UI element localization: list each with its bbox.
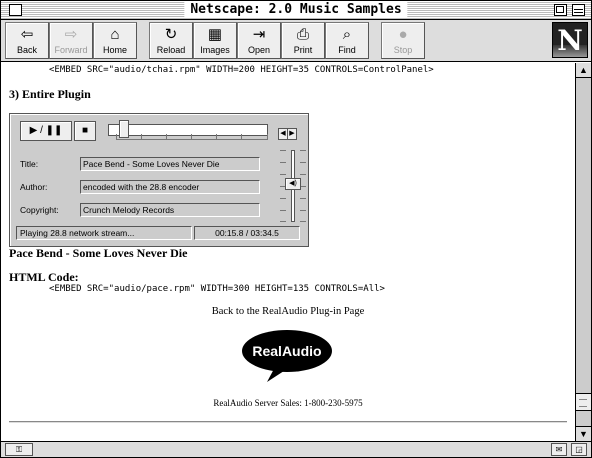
find-icon: ⌕: [342, 26, 352, 43]
scroll-thumb[interactable]: [576, 393, 591, 411]
position-ticks: [116, 134, 268, 140]
toolbar: ⇦ Back ⇨ Forward ⌂ Home ↻ Reload ▦ Image…: [1, 20, 591, 62]
play-pause-button[interactable]: ▶ / ❚❚: [20, 121, 72, 141]
browser-window: Netscape: 2.0 Music Samples ⇦ Back ⇨ For…: [0, 0, 592, 458]
position-slider-thumb[interactable]: [118, 120, 129, 138]
song-title: Pace Bend - Some Loves Never Die: [9, 246, 188, 260]
stop-button[interactable]: ● Stop: [381, 22, 425, 59]
author-field: encoded with the 28.8 encoder: [80, 180, 260, 194]
back-to-plugin-link[interactable]: Back to the RealAudio Plug-in Page: [212, 306, 365, 317]
reload-button[interactable]: ↻ Reload: [149, 22, 193, 59]
volume-speaker-icon[interactable]: ◀): [285, 178, 301, 190]
collapse-box[interactable]: [572, 4, 585, 16]
reload-icon: ↻: [164, 26, 178, 43]
step-arrows: ◀ ▶: [278, 122, 297, 140]
horizontal-rule: [9, 421, 567, 423]
resize-grip-icon[interactable]: ◲: [571, 443, 587, 456]
title-label: Title:: [20, 159, 39, 169]
back-arrow-icon: ⇦: [20, 26, 34, 43]
vertical-scrollbar[interactable]: ▲ ▼: [575, 63, 591, 441]
embed-code-line-2: <EMBED SRC="audio/pace.rpm" WIDTH=300 HE…: [49, 284, 385, 294]
author-label: Author:: [20, 182, 48, 192]
stop-playback-button[interactable]: ■: [74, 121, 96, 141]
stop-icon: ●: [398, 26, 408, 43]
netscape-logo[interactable]: N: [552, 22, 588, 58]
scroll-down-icon[interactable]: ▼: [576, 426, 591, 441]
mail-icon[interactable]: ✉: [551, 443, 567, 456]
home-button[interactable]: ⌂ Home: [93, 22, 137, 59]
copyright-field: Crunch Melody Records: [80, 203, 260, 217]
time-display: 00:15.8 / 03:34.5: [194, 226, 300, 240]
scroll-up-icon[interactable]: ▲: [576, 63, 591, 78]
images-button[interactable]: ▦ Images: [193, 22, 237, 59]
printer-icon: ⎙: [296, 26, 309, 43]
print-button[interactable]: ⎙ Print: [281, 22, 325, 59]
section-heading: 3) Entire Plugin: [9, 87, 91, 101]
security-key-icon[interactable]: ⚿: [5, 443, 33, 456]
realaudio-logo-text: RealAudio: [252, 343, 321, 359]
copyright-label: Copyright:: [20, 205, 59, 215]
page-content: <EMBED SRC="audio/tchai.rpm" WIDTH=200 H…: [1, 63, 575, 441]
back-button[interactable]: ⇦ Back: [5, 22, 49, 59]
images-icon: ▦: [207, 26, 223, 43]
forward-button[interactable]: ⇨ Forward: [49, 22, 93, 59]
title-bar[interactable]: Netscape: 2.0 Music Samples: [1, 1, 591, 20]
zoom-box[interactable]: [554, 4, 567, 16]
realaudio-logo[interactable]: RealAudio: [241, 329, 333, 383]
title-field: Pace Bend - Some Loves Never Die: [80, 157, 260, 171]
window-title: Netscape: 2.0 Music Samples: [184, 2, 408, 18]
open-icon: ⇥: [252, 26, 266, 43]
realaudio-plugin: ▶ / ❚❚ ■ ◀ ▶ Title: Pace Bend - Some Love…: [9, 113, 309, 247]
server-sales-text: RealAudio Server Sales: 1-800-230-5975: [213, 398, 363, 408]
forward-arrow-icon: ⇨: [64, 26, 78, 43]
close-box[interactable]: [9, 4, 22, 16]
status-bar: ⚿ ✉ ◲: [1, 441, 591, 457]
home-icon: ⌂: [110, 26, 120, 43]
open-button[interactable]: ⇥ Open: [237, 22, 281, 59]
find-button[interactable]: ⌕ Find: [325, 22, 369, 59]
html-code-heading: HTML Code:: [9, 270, 79, 284]
status-text: Playing 28.8 network stream...: [16, 226, 192, 240]
step-forward-icon[interactable]: ▶: [287, 128, 297, 140]
embed-code-line: <EMBED SRC="audio/tchai.rpm" WIDTH=200 H…: [49, 65, 434, 75]
